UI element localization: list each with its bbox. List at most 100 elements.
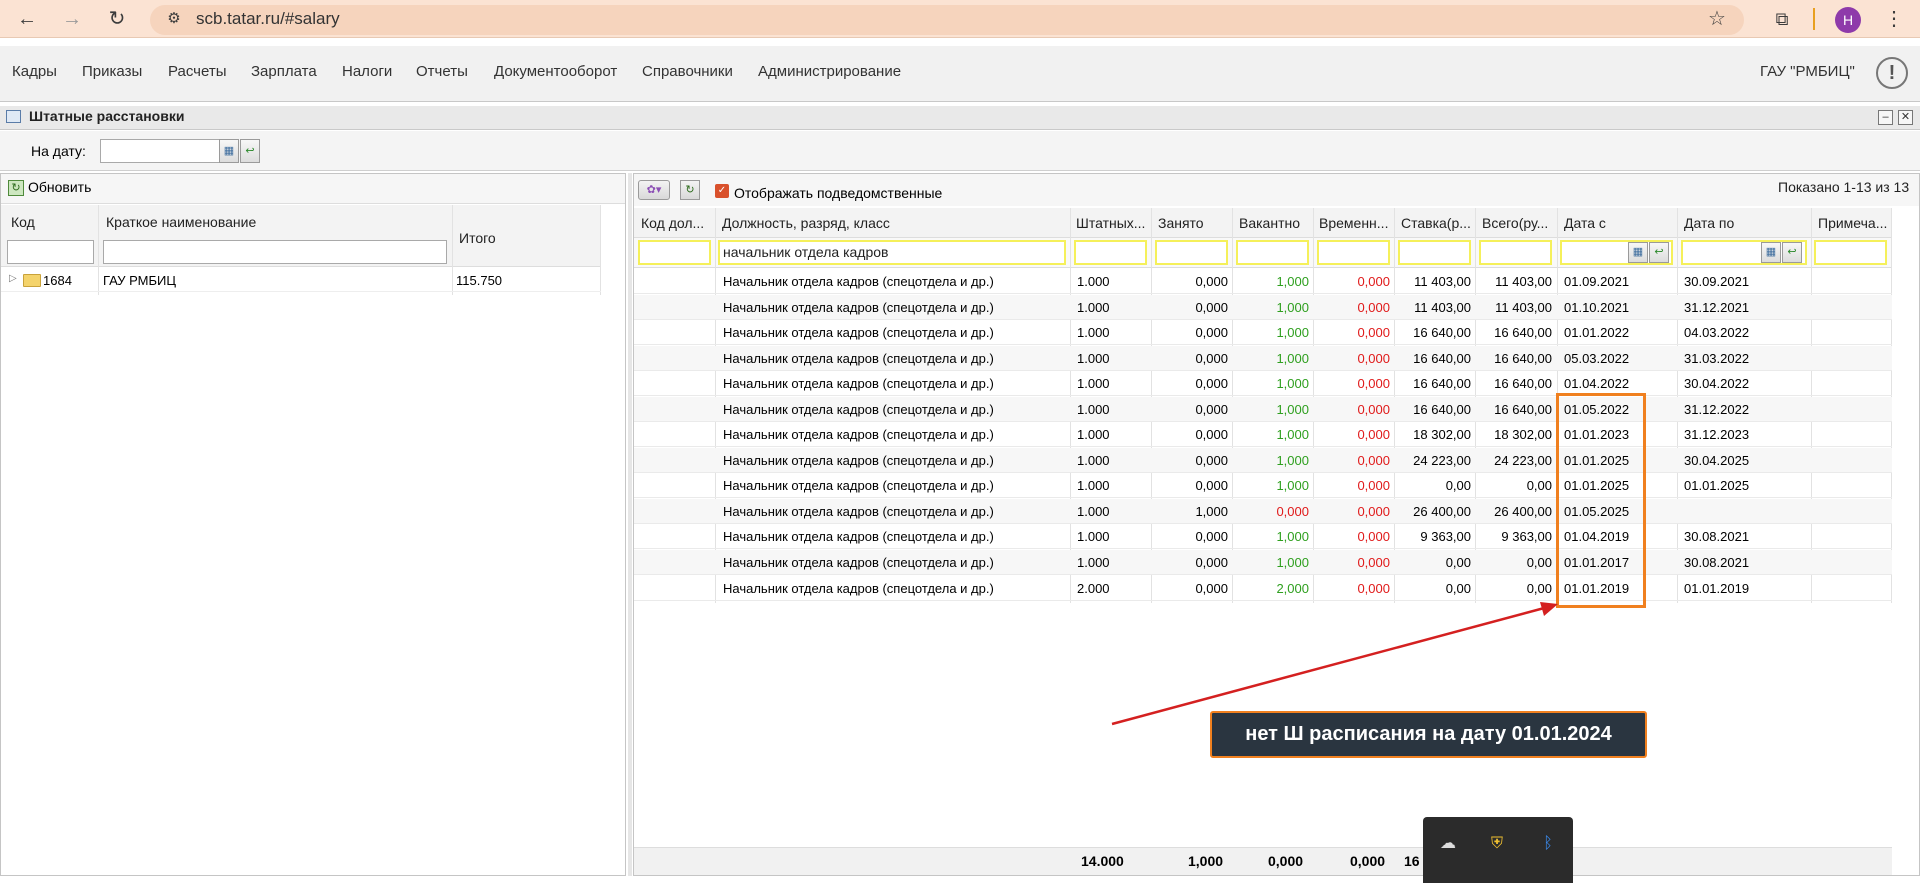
tree-row[interactable] [1, 268, 601, 292]
table-row[interactable]: Начальник отдела кадров (спецотдела и др… [634, 473, 1892, 498]
calendar-icon[interactable]: ▦ [1628, 242, 1648, 263]
date-input[interactable] [100, 139, 220, 163]
menu-item-nalogi[interactable]: Налоги [342, 63, 392, 80]
cell-position: Начальник отдела кадров (спецотдела и др… [723, 504, 994, 519]
col-header-rate[interactable]: Ставка(р... [1401, 215, 1477, 231]
url-text[interactable]: scb.tatar.ru/#salary [196, 9, 340, 29]
cell-occupied: 0,000 [1195, 529, 1228, 544]
cell-rate: 18 302,00 [1413, 427, 1471, 442]
bookmark-star-icon[interactable]: ☆ [1705, 7, 1729, 31]
cell-date-to: 01.01.2019 [1684, 581, 1750, 596]
table-row[interactable]: Начальник отдела кадров (спецотдела и др… [634, 346, 1892, 371]
security-shield-icon[interactable]: ⛨ [1485, 832, 1509, 856]
table-row[interactable]: Начальник отдела кадров (спецотдела и др… [634, 397, 1892, 422]
forward-icon[interactable]: → [60, 7, 84, 31]
cell-total-rub: 0,00 [1526, 478, 1552, 493]
alert-icon[interactable]: ! [1876, 57, 1908, 89]
menu-item-raschety[interactable]: Расчеты [168, 63, 227, 80]
reload-icon[interactable]: ↻ [105, 7, 129, 31]
expand-arrow-icon[interactable]: ▷ [9, 273, 17, 284]
cell-temporary: 0,000 [1357, 402, 1390, 417]
window-header [0, 106, 1920, 130]
back-icon[interactable]: ← [15, 7, 39, 31]
col-header-occupied[interactable]: Занято [1158, 215, 1234, 231]
show-subordinate-checkbox[interactable]: ✓ [715, 184, 729, 198]
apply-date-icon[interactable]: ↩ [240, 139, 260, 163]
cell-staff-units: 1.000 [1077, 351, 1110, 366]
table-row[interactable]: Начальник отдела кадров (спецотдела и др… [634, 499, 1892, 524]
filter-staff-units-input[interactable] [1074, 240, 1147, 265]
apply-date-icon[interactable]: ↩ [1649, 242, 1669, 263]
table-row[interactable]: Начальник отдела кадров (спецотдела и др… [634, 524, 1892, 549]
calendar-icon[interactable]: ▦ [219, 139, 239, 163]
grid-refresh-icon[interactable]: ↻ [680, 180, 700, 200]
show-subordinate-label[interactable]: Отображать подведомственные [734, 185, 942, 201]
panel-splitter[interactable] [628, 173, 632, 876]
filter-rate-input[interactable] [1398, 240, 1471, 265]
cloud-offline-icon[interactable]: ☁ [1436, 832, 1460, 856]
cell-rate: 0,00 [1445, 581, 1471, 596]
cell-staff-units: 1.000 [1077, 529, 1110, 544]
col-header-total-rub[interactable]: Всего(ру... [1482, 215, 1558, 231]
cell-rate: 24 223,00 [1413, 453, 1471, 468]
menu-item-administrirovanie[interactable]: Администрирование [758, 63, 901, 80]
address-bar[interactable] [150, 5, 1744, 35]
cell-total-rub: 26 400,00 [1494, 504, 1552, 519]
cell-vacant: 1,000 [1276, 351, 1309, 366]
col-header-position-code[interactable]: Код дол... [641, 215, 711, 231]
actions-menu-button[interactable]: ✿▾ [638, 180, 670, 200]
cell-rate: 16 640,00 [1413, 376, 1471, 391]
cell-temporary: 0,000 [1357, 555, 1390, 570]
col-header-code[interactable]: Код [11, 214, 35, 230]
col-header-temporary[interactable]: Временн... [1319, 215, 1395, 231]
col-header-date-to[interactable]: Дата по [1684, 215, 1804, 231]
extensions-icon[interactable]: ⧉ [1770, 7, 1794, 31]
cell-temporary: 0,000 [1357, 376, 1390, 391]
window-icon [6, 110, 21, 123]
filter-note-input[interactable] [1814, 240, 1887, 265]
menu-item-otchety[interactable]: Отчеты [416, 63, 468, 80]
filter-code-input[interactable] [7, 240, 94, 264]
col-header-vacant[interactable]: Вакантно [1239, 215, 1315, 231]
col-header-staff-units[interactable]: Штатных... [1076, 215, 1152, 231]
cell-date-from: 01.04.2022 [1564, 376, 1630, 391]
table-row[interactable]: Начальник отдела кадров (спецотдела и др… [634, 269, 1892, 294]
filter-occupied-input[interactable] [1155, 240, 1228, 265]
table-row[interactable]: Начальник отдела кадров (спецотдела и др… [634, 320, 1892, 345]
table-row[interactable]: Начальник отдела кадров (спецотдела и др… [634, 422, 1892, 447]
table-row[interactable]: Начальник отдела кадров (спецотдела и др… [634, 371, 1892, 396]
refresh-button[interactable]: ↻ Обновить [8, 179, 91, 201]
calendar-icon[interactable]: ▦ [1761, 242, 1781, 263]
filter-temporary-input[interactable] [1317, 240, 1390, 265]
left-toolbar [1, 174, 625, 204]
cell-rate: 16 640,00 [1413, 351, 1471, 366]
filter-position-code-input[interactable] [638, 240, 711, 265]
menu-item-zarplata[interactable]: Зарплата [251, 63, 317, 80]
filter-total-input[interactable] [1479, 240, 1552, 265]
table-row[interactable]: Начальник отдела кадров (спецотдела и др… [634, 550, 1892, 575]
close-icon[interactable]: ✕ [1898, 110, 1913, 125]
minimize-icon[interactable]: – [1878, 110, 1893, 125]
apply-date-icon[interactable]: ↩ [1782, 242, 1802, 263]
filter-vacant-input[interactable] [1236, 240, 1309, 265]
profile-avatar[interactable]: H [1835, 7, 1861, 33]
menu-item-kadry[interactable]: Кадры [12, 63, 57, 80]
filter-name-input[interactable] [103, 240, 447, 264]
bluetooth-icon[interactable]: ᛒ [1536, 832, 1560, 856]
menu-item-dokumentooborot[interactable]: Документооборот [494, 63, 617, 80]
menu-item-spravochniki[interactable]: Справочники [642, 63, 733, 80]
date-label: На дату: [31, 143, 86, 159]
col-header-total[interactable]: Итого [459, 230, 496, 246]
table-row[interactable]: Начальник отдела кадров (спецотдела и др… [634, 295, 1892, 320]
refresh-icon: ↻ [8, 180, 24, 197]
menu-item-prikazy[interactable]: Приказы [82, 63, 142, 80]
browser-menu-icon[interactable]: ⋮ [1882, 7, 1906, 31]
cell-vacant: 2,000 [1276, 581, 1309, 596]
cell-vacant: 1,000 [1276, 478, 1309, 493]
col-header-short-name[interactable]: Краткое наименование [106, 214, 256, 230]
table-row[interactable]: Начальник отдела кадров (спецотдела и др… [634, 448, 1892, 473]
col-header-date-from[interactable]: Дата с [1564, 215, 1674, 231]
col-header-position[interactable]: Должность, разряд, класс [722, 215, 1062, 231]
site-settings-icon[interactable]: ⚙ [162, 7, 186, 31]
col-header-note[interactable]: Примеча... [1818, 215, 1890, 231]
